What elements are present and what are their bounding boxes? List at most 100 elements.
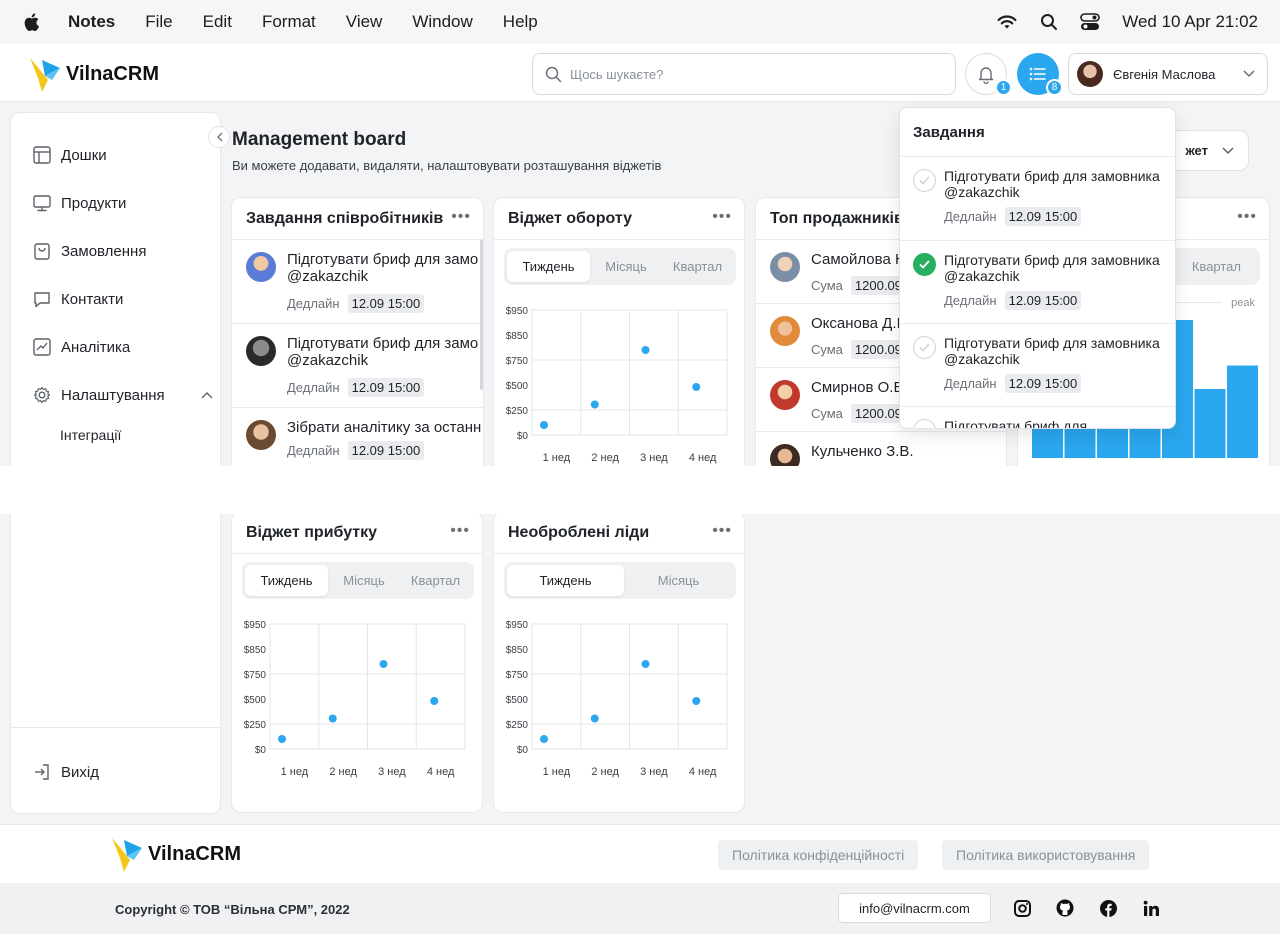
dropdown-task-item[interactable]: Підготувати бриф для замовника @zakazchi… (900, 324, 1175, 408)
task-item[interactable]: Підготувати бриф для замо @zakazchik Дед… (232, 240, 483, 324)
task-handle: @zakazchik (287, 352, 369, 369)
data-point (692, 383, 701, 391)
leads-chart: $950 $850 $750 $500 $250 $0 1 нед 2 нед 3 нед 4 н… (506, 620, 728, 778)
task-text: Зібрати аналітику за останн (287, 419, 483, 436)
task-deadline: Дедлайн 12.09 15:00 (287, 294, 425, 313)
page-subtitle: Ви можете додавати, видаляти, налаштовув… (232, 158, 662, 173)
deadline-label: Дедлайн (287, 296, 340, 311)
deadline-chip: 12.09 15:00 (347, 441, 425, 460)
y-tick-label: $950 (244, 620, 267, 631)
sidebar-item-boards[interactable]: Дошки (33, 146, 107, 164)
more-options-icon[interactable]: ••• (450, 522, 470, 540)
seller-name: Оксанова Д.І (811, 315, 901, 332)
check-icon (919, 176, 930, 185)
privacy-policy-link[interactable]: Політика конфіденційності (718, 840, 919, 870)
chat-icon (34, 292, 50, 308)
tab-month[interactable]: Місяць (624, 565, 733, 596)
tab-week[interactable]: Тиждень (245, 565, 328, 596)
menu-help[interactable]: Help (503, 12, 538, 32)
more-options-icon[interactable]: ••• (1237, 208, 1257, 226)
turnover-widget: Віджет обороту ••• Тиждень Місяць Кварта… (493, 197, 745, 497)
task-text: Підготувати бриф для замо @zakazchik (287, 335, 483, 369)
facebook-icon[interactable] (1099, 899, 1117, 917)
apple-icon[interactable] (22, 11, 42, 33)
task-checkbox-checked[interactable] (913, 253, 936, 276)
sidebar-item-contacts[interactable]: Контакти (33, 290, 123, 308)
task-checkbox[interactable] (913, 419, 936, 428)
menu-format[interactable]: Format (262, 12, 316, 32)
more-options-icon[interactable]: ••• (712, 522, 732, 540)
menu-edit[interactable]: Edit (203, 12, 232, 32)
sidebar-collapse-button[interactable] (208, 126, 230, 148)
task-deadline: Дедлайн 12.09 15:00 (944, 207, 1082, 226)
deadline-label: Дедлайн (944, 209, 997, 224)
check-icon (919, 343, 930, 352)
tab-month[interactable]: Місяць (328, 565, 400, 596)
chevron-up-icon[interactable] (201, 391, 213, 399)
footer-logo[interactable]: VilnaCRM (110, 834, 241, 874)
period-tabs: Тиждень Місяць Квартал (242, 562, 474, 599)
more-options-icon[interactable]: ••• (712, 208, 732, 226)
control-center-icon[interactable] (1080, 13, 1101, 31)
seller-sum: Сума 1200.09 (811, 340, 906, 359)
sidebar-subitem-integrations[interactable]: Інтеграції (60, 427, 121, 443)
x-tick-label: 4 нед (689, 452, 717, 464)
y-tick-label: $0 (517, 431, 529, 442)
menu-window[interactable]: Window (412, 12, 472, 32)
employee-tasks-widget: Завдання співробітників ••• Підготувати … (231, 197, 484, 497)
task-title: Зібрати аналітику за останн (287, 419, 482, 436)
widget-title: Віджет обороту (508, 210, 632, 227)
sidebar-item-orders[interactable]: Замовлення (33, 242, 146, 260)
deadline-chip: 12.09 15:00 (1004, 291, 1082, 310)
x-tick-label: 4 нед (689, 766, 717, 778)
github-icon[interactable] (1056, 899, 1074, 917)
task-item[interactable]: Підготувати бриф для замо @zakazchik Дед… (232, 324, 483, 408)
tab-week[interactable]: Тиждень (507, 251, 590, 282)
user-menu[interactable]: Євгенія Маслова (1068, 53, 1268, 95)
more-options-icon[interactable]: ••• (451, 208, 471, 226)
user-avatar (1077, 61, 1103, 87)
sidebar-item-products[interactable]: Продукти (33, 194, 126, 212)
logout-button[interactable]: Вихід (33, 763, 99, 781)
y-tick-label: $500 (506, 695, 529, 706)
tasks-badge: 8 (1046, 79, 1063, 96)
chevron-down-icon (1222, 146, 1234, 154)
dropdown-task-item[interactable]: Підготувати бриф для (900, 407, 1175, 428)
check-icon (919, 260, 930, 269)
sidebar-item-label: Замовлення (61, 242, 147, 260)
sum-label: Сума (811, 406, 843, 421)
tab-quarter[interactable]: Квартал (662, 251, 733, 282)
search-input[interactable] (570, 66, 930, 82)
terms-link[interactable]: Політика використовування (942, 840, 1150, 870)
linkedin-icon[interactable] (1142, 899, 1160, 917)
task-checkbox[interactable] (913, 169, 936, 192)
search-field[interactable] (532, 53, 956, 95)
deadline-chip: 12.09 15:00 (1004, 207, 1082, 226)
tab-week[interactable]: Тиждень (507, 565, 624, 596)
header-logo[interactable]: VilnaCRM (28, 54, 159, 94)
menu-app-name[interactable]: Notes (68, 12, 115, 32)
sidebar-item-label: Контакти (61, 290, 124, 308)
list-icon (1029, 67, 1046, 81)
deadline-chip: 12.09 15:00 (347, 294, 425, 313)
search-icon[interactable] (1040, 13, 1058, 31)
dropdown-task-item[interactable]: Підготувати бриф для замовника @zakazchi… (900, 157, 1175, 241)
scrollbar[interactable] (480, 240, 483, 390)
sidebar-item-settings[interactable]: Налаштування (33, 386, 213, 404)
page-title: Management board (232, 129, 407, 150)
wifi-icon[interactable] (996, 14, 1018, 30)
task-checkbox[interactable] (913, 336, 936, 359)
email-button[interactable]: info@vilnacrm.com (838, 893, 991, 923)
seller-avatar (770, 380, 800, 410)
instagram-icon[interactable] (1013, 899, 1031, 917)
menu-datetime[interactable]: Wed 10 Apr 21:02 (1122, 12, 1258, 32)
dropdown-task-item[interactable]: Підготувати бриф для замовника @zakazchi… (900, 241, 1175, 325)
search-icon (545, 66, 562, 82)
sidebar-item-analytics[interactable]: Аналітика (33, 338, 130, 356)
menu-view[interactable]: View (346, 12, 383, 32)
y-tick-label: $0 (255, 745, 267, 756)
task-text: Підготувати бриф для замовника @zakazchi… (944, 252, 1160, 284)
tab-month[interactable]: Місяць (590, 251, 662, 282)
tab-quarter[interactable]: Квартал (400, 565, 471, 596)
menu-file[interactable]: File (145, 12, 172, 32)
